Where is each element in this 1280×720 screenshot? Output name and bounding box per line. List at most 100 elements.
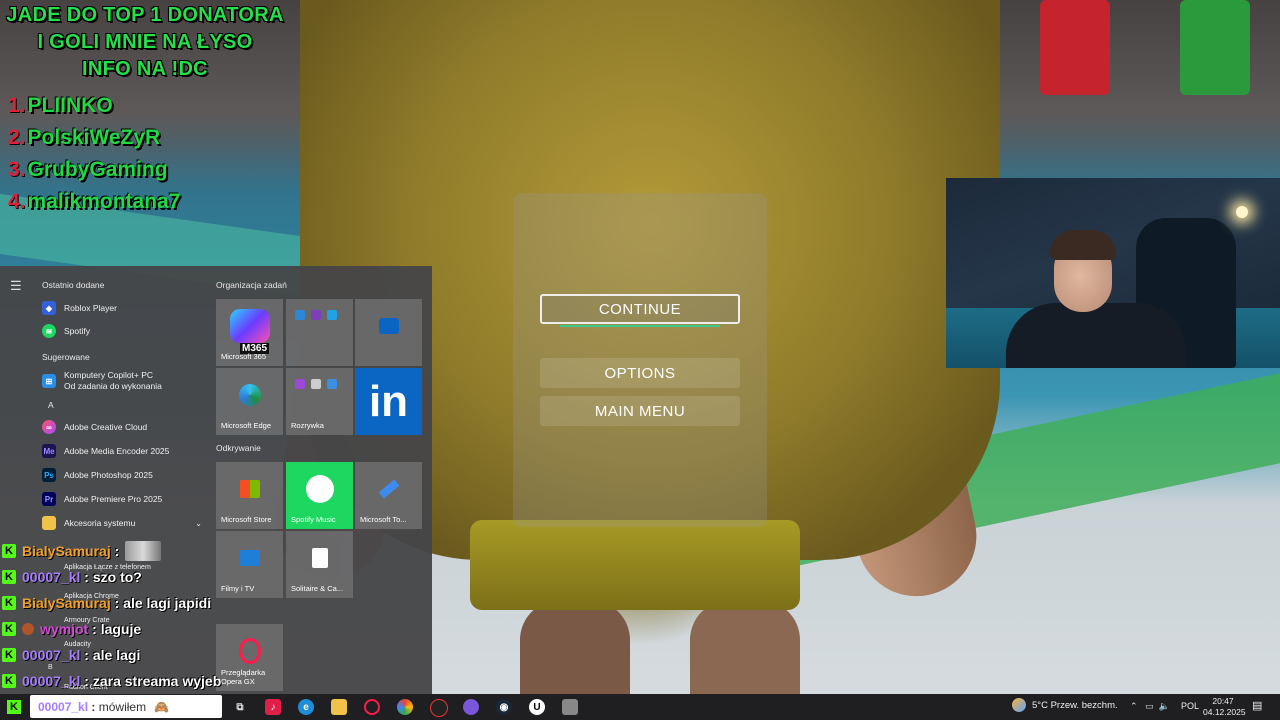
chat-username: 00007_kl [38, 699, 89, 714]
tile-linkedin[interactable]: in [355, 368, 422, 435]
tile-outlook[interactable] [355, 299, 422, 366]
tile-opera-gx[interactable]: Przeglądarka Opera GX [216, 624, 283, 691]
chat-text: laguje [100, 621, 142, 637]
calc-icon [311, 379, 321, 389]
chat-username: BialySamuraj [22, 543, 111, 559]
tile-todo[interactable]: Microsoft To... [355, 462, 422, 529]
premiere-icon: Pr [42, 492, 56, 506]
tile-label: Filmy i TV [221, 584, 255, 593]
app-item-photoshop[interactable]: Ps Adobe Photoshop 2025 [42, 465, 153, 485]
tile-films-tv[interactable]: Filmy i TV [216, 531, 283, 598]
kick-badge-icon: K [2, 570, 16, 584]
stream-overlay-title: JADE DO TOP 1 DONATORA I GOLI MNIE NA ŁY… [0, 2, 290, 83]
overlay-title-line: INFO NA !DC [82, 58, 208, 80]
character-shorts [470, 520, 800, 610]
streamer-body [1006, 303, 1186, 368]
kick-badge-icon: K [2, 622, 16, 636]
streamer-hair [1050, 230, 1116, 260]
emote-icon: 🙈 [154, 699, 170, 714]
windows-icon: ⊞ [42, 374, 56, 388]
chat-message: K 00007_kl : ale lagi [2, 642, 221, 668]
kick-badge-icon: K [2, 674, 16, 688]
jersey-decoration [1040, 0, 1110, 95]
kick-badge-icon: K [2, 648, 16, 662]
chat-username: wymjot [40, 621, 89, 637]
app-item-copilot[interactable]: ⊞ Komputery Copilot+ PC Od zadania do wyk… [42, 369, 162, 393]
overlay-title-line: I GOLI MNIE NA ŁYSO [37, 31, 253, 53]
donor-row: 2. PolskiWeZyR [8, 126, 161, 149]
start-chat-badge-icon: K [6, 699, 22, 715]
taskbar-search-box[interactable]: 00007_kl : mówiłem 🙈 [30, 695, 222, 718]
onenote-icon [311, 310, 321, 320]
app-item-roblox[interactable]: ◆ Roblox Player [42, 298, 117, 318]
chevron-down-icon: ⌄ [195, 518, 202, 528]
chat-text: mówiłem [98, 699, 147, 714]
tile-store[interactable]: Microsoft Store [216, 462, 283, 529]
app-item-media-encoder[interactable]: Me Adobe Media Encoder 2025 [42, 441, 169, 461]
film-icon [239, 549, 260, 566]
kick-badge-icon: K [2, 544, 16, 558]
selection-underline [560, 325, 720, 327]
notification-icon[interactable]: ▤ [1252, 699, 1266, 713]
subscriber-badge-icon [22, 623, 34, 635]
main-menu-button[interactable]: MAIN MENU [540, 396, 740, 426]
chat-text: zara streama wyjeb [92, 673, 222, 689]
tiles-group-header: Organizacja zadań [216, 280, 287, 290]
volume-icon: 🔈 [1158, 701, 1170, 711]
obs-icon[interactable] [430, 699, 448, 717]
chat-text: ale lagi japidi [123, 595, 212, 611]
chat-username: 00007_kl [22, 673, 81, 689]
unreal-icon[interactable]: U [529, 699, 545, 715]
app-item-spotify[interactable]: ≋ Spotify [42, 321, 90, 341]
edge-icon [238, 383, 261, 406]
folder-icon [42, 516, 56, 530]
weather-icon [1012, 698, 1026, 712]
clock-time: 20:47 [1212, 696, 1234, 706]
recent-header: Ostatnio dodane [42, 280, 105, 290]
hamburger-menu-icon[interactable]: ☰ [10, 278, 23, 294]
steam-icon[interactable]: ◉ [496, 699, 512, 715]
cards-icon [311, 547, 328, 568]
edge-icon[interactable]: e [298, 699, 314, 715]
tile-edge[interactable]: Microsoft Edge [216, 368, 283, 435]
system-tray[interactable]: ⌃ ▭ 🔈 [1130, 701, 1170, 712]
file-explorer-icon[interactable] [331, 699, 347, 715]
task-view-icon[interactable]: ⧉ [232, 699, 248, 715]
clock[interactable]: 20:47 04.12.2025 [1203, 696, 1246, 718]
tile-office-apps[interactable] [286, 299, 353, 366]
photoshop-icon: Ps [42, 468, 56, 482]
tile-rozrywka[interactable]: Rozrywka [286, 368, 353, 435]
app-icon[interactable] [562, 699, 578, 715]
chat-message: K wymjot : laguje [2, 616, 221, 642]
tile-label: Rozrywka [291, 421, 324, 430]
store-icon [239, 479, 260, 498]
discord-icon[interactable] [463, 699, 479, 715]
m365-icon [229, 308, 270, 343]
weather-widget[interactable]: 5°C Przew. bezchm. [1012, 698, 1118, 712]
chat-text: ale lagi [92, 647, 141, 663]
lamp-light [1236, 206, 1248, 218]
chrome-icon[interactable] [397, 699, 413, 715]
app-item-premiere[interactable]: Pr Adobe Premiere Pro 2025 [42, 489, 162, 509]
todo-icon [378, 479, 399, 499]
tiktok-icon[interactable]: ♪ [265, 699, 281, 715]
tile-label: Solitaire & Ca... [291, 584, 344, 593]
continue-button[interactable]: CONTINUE [540, 294, 740, 324]
taskbar: K 00007_kl : mówiłem 🙈 ⧉ ♪ e ◉ U 5°C Prz… [0, 694, 1280, 720]
tile-spotify-music[interactable]: Spotify Music [286, 462, 353, 529]
stream-chat: K BialySamuraj : K 00007_kl : szo to? K … [2, 538, 221, 694]
chat-username: 00007_kl [22, 647, 81, 663]
tile-label: Microsoft To... [360, 515, 407, 524]
tile-microsoft-365[interactable]: M365 Microsoft 365 [216, 299, 283, 366]
entertainment-mini-icons [292, 376, 340, 394]
tile-solitaire[interactable]: Solitaire & Ca... [286, 531, 353, 598]
webcam-feed [946, 178, 1280, 368]
app-item-accessories[interactable]: Akcesoria systemu ⌄ [42, 513, 202, 533]
options-button[interactable]: OPTIONS [540, 358, 740, 388]
app-item-adobe-cc[interactable]: ∞ Adobe Creative Cloud [42, 417, 147, 437]
opera-gx-icon[interactable] [364, 699, 380, 715]
overlay-title-line: JADE DO TOP 1 DONATORA [6, 4, 284, 26]
chat-message: K BialySamuraj : [2, 538, 221, 564]
language-indicator[interactable]: POL [1181, 701, 1199, 711]
spotify-icon [305, 474, 334, 503]
